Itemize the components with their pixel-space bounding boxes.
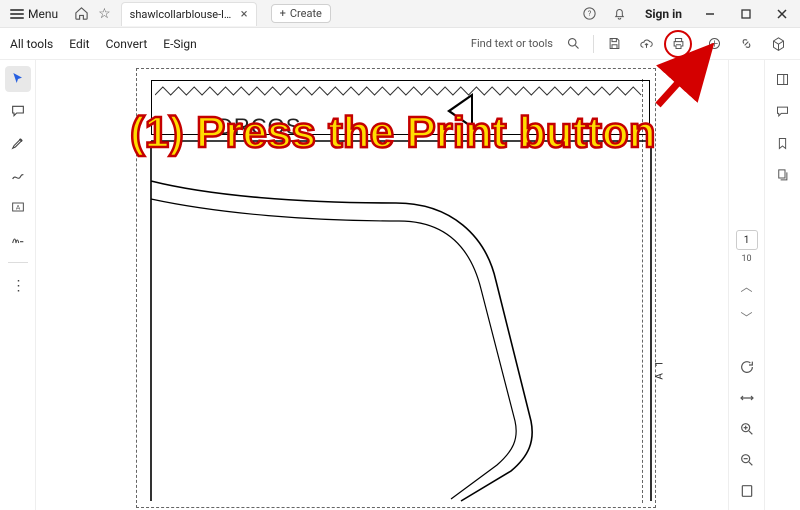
search-icon (566, 36, 581, 51)
text-box-icon: A (10, 199, 26, 215)
home-button[interactable] (70, 3, 92, 25)
ai-assistant-button[interactable] (702, 32, 726, 56)
signature-icon (10, 231, 26, 247)
print-button[interactable] (664, 30, 692, 58)
hamburger-icon (10, 9, 24, 19)
highlight-tool[interactable] (5, 130, 31, 156)
toolbar-convert[interactable]: Convert (106, 37, 148, 51)
rotate-button[interactable] (739, 359, 755, 378)
text-tool[interactable]: A (5, 194, 31, 220)
zoom-out-button[interactable] (739, 452, 755, 471)
create-label: Create (290, 7, 322, 20)
search-button[interactable] (561, 32, 585, 56)
draw-tool[interactable] (5, 162, 31, 188)
zoom-in-icon (739, 421, 755, 437)
search-label: Find text or tools (471, 37, 553, 50)
maximize-icon (741, 9, 751, 19)
triangle-marker (447, 93, 473, 129)
select-tool[interactable] (5, 66, 31, 92)
window-close-button[interactable] (768, 3, 796, 25)
help-icon: ? (582, 6, 597, 21)
pattern-outline (151, 141, 651, 501)
zigzag-decoration (155, 85, 645, 97)
zoom-in-button[interactable] (739, 421, 755, 440)
divider (8, 262, 28, 263)
page-total: 10 (741, 254, 751, 264)
window-minimize-button[interactable] (696, 3, 724, 25)
toolbar-esign[interactable]: E-Sign (163, 37, 197, 51)
left-tool-rail: A ⋮ (0, 60, 36, 510)
cursor-icon (10, 71, 26, 87)
page-view-icon (739, 483, 755, 499)
main-area: A ⋮ DRCOS A 1 (0, 60, 800, 510)
toolbar-edit[interactable]: Edit (69, 37, 89, 51)
fit-width-button[interactable] (739, 390, 755, 409)
window-maximize-button[interactable] (732, 3, 760, 25)
save-button[interactable] (602, 32, 626, 56)
page-navigator: 1 10 ︿ ﹀ (728, 60, 764, 510)
bookmarks-panel-button[interactable] (772, 132, 794, 154)
signature-tool[interactable] (5, 226, 31, 252)
read-mode-button[interactable] (739, 483, 755, 502)
tab-title: shawlcollarblouse-lm.p... (130, 8, 235, 21)
menu-label: Menu (28, 7, 58, 21)
panel-icon (775, 72, 790, 87)
pencil-icon (10, 167, 26, 183)
home-icon (74, 6, 89, 21)
link-button[interactable] (734, 32, 758, 56)
titlebar: Menu ☆ shawlcollarblouse-lm.p... × + Cre… (0, 0, 800, 28)
help-button[interactable]: ? (579, 3, 601, 25)
share-icon (771, 36, 786, 51)
toolbar-all-tools[interactable]: All tools (10, 37, 53, 51)
notification-button[interactable] (609, 3, 631, 25)
document-viewport[interactable]: DRCOS A 1 (36, 60, 728, 510)
page-down-button[interactable]: ﹀ (740, 309, 752, 326)
highlighter-icon (10, 135, 26, 151)
pages-icon (775, 168, 790, 183)
upload-cloud-button[interactable] (634, 32, 658, 56)
divider (593, 35, 594, 53)
plus-icon: + (280, 7, 286, 20)
page-up-button[interactable]: ︿ (740, 278, 752, 295)
panels-button[interactable] (772, 68, 794, 90)
tab-close-button[interactable]: × (241, 8, 248, 21)
link-icon (739, 36, 754, 51)
page-number-input[interactable]: 1 (736, 230, 758, 250)
brand-text: DRCOS (217, 114, 301, 140)
comment-tool[interactable] (5, 98, 31, 124)
thumbnails-panel-button[interactable] (772, 164, 794, 186)
comment-icon (10, 103, 26, 119)
more-tools-button[interactable]: ⋮ (5, 273, 31, 299)
svg-text:A: A (15, 204, 20, 212)
star-icon[interactable]: ☆ (98, 6, 111, 22)
signin-button[interactable]: Sign in (639, 7, 688, 21)
document-tab[interactable]: shawlcollarblouse-lm.p... × (121, 2, 257, 26)
close-icon (777, 9, 787, 19)
zoom-out-icon (739, 452, 755, 468)
fit-width-icon (739, 390, 755, 406)
menu-button[interactable]: Menu (4, 5, 64, 23)
right-panel-rail (764, 60, 800, 510)
sparkle-icon (707, 36, 722, 51)
chat-icon (775, 104, 790, 119)
svg-text:?: ? (588, 9, 592, 18)
side-marker-label: A 1 (655, 359, 666, 380)
bookmark-icon (775, 136, 790, 151)
share-button[interactable] (766, 32, 790, 56)
print-icon (671, 36, 686, 51)
cloud-upload-icon (639, 36, 654, 51)
create-button[interactable]: + Create (271, 4, 331, 23)
rotate-icon (739, 359, 755, 375)
page-canvas: DRCOS A 1 (136, 68, 656, 508)
minimize-icon (705, 9, 715, 19)
comments-panel-button[interactable] (772, 100, 794, 122)
toolbar: All tools Edit Convert E-Sign Find text … (0, 28, 800, 60)
bell-icon (612, 6, 627, 21)
save-icon (607, 36, 622, 51)
